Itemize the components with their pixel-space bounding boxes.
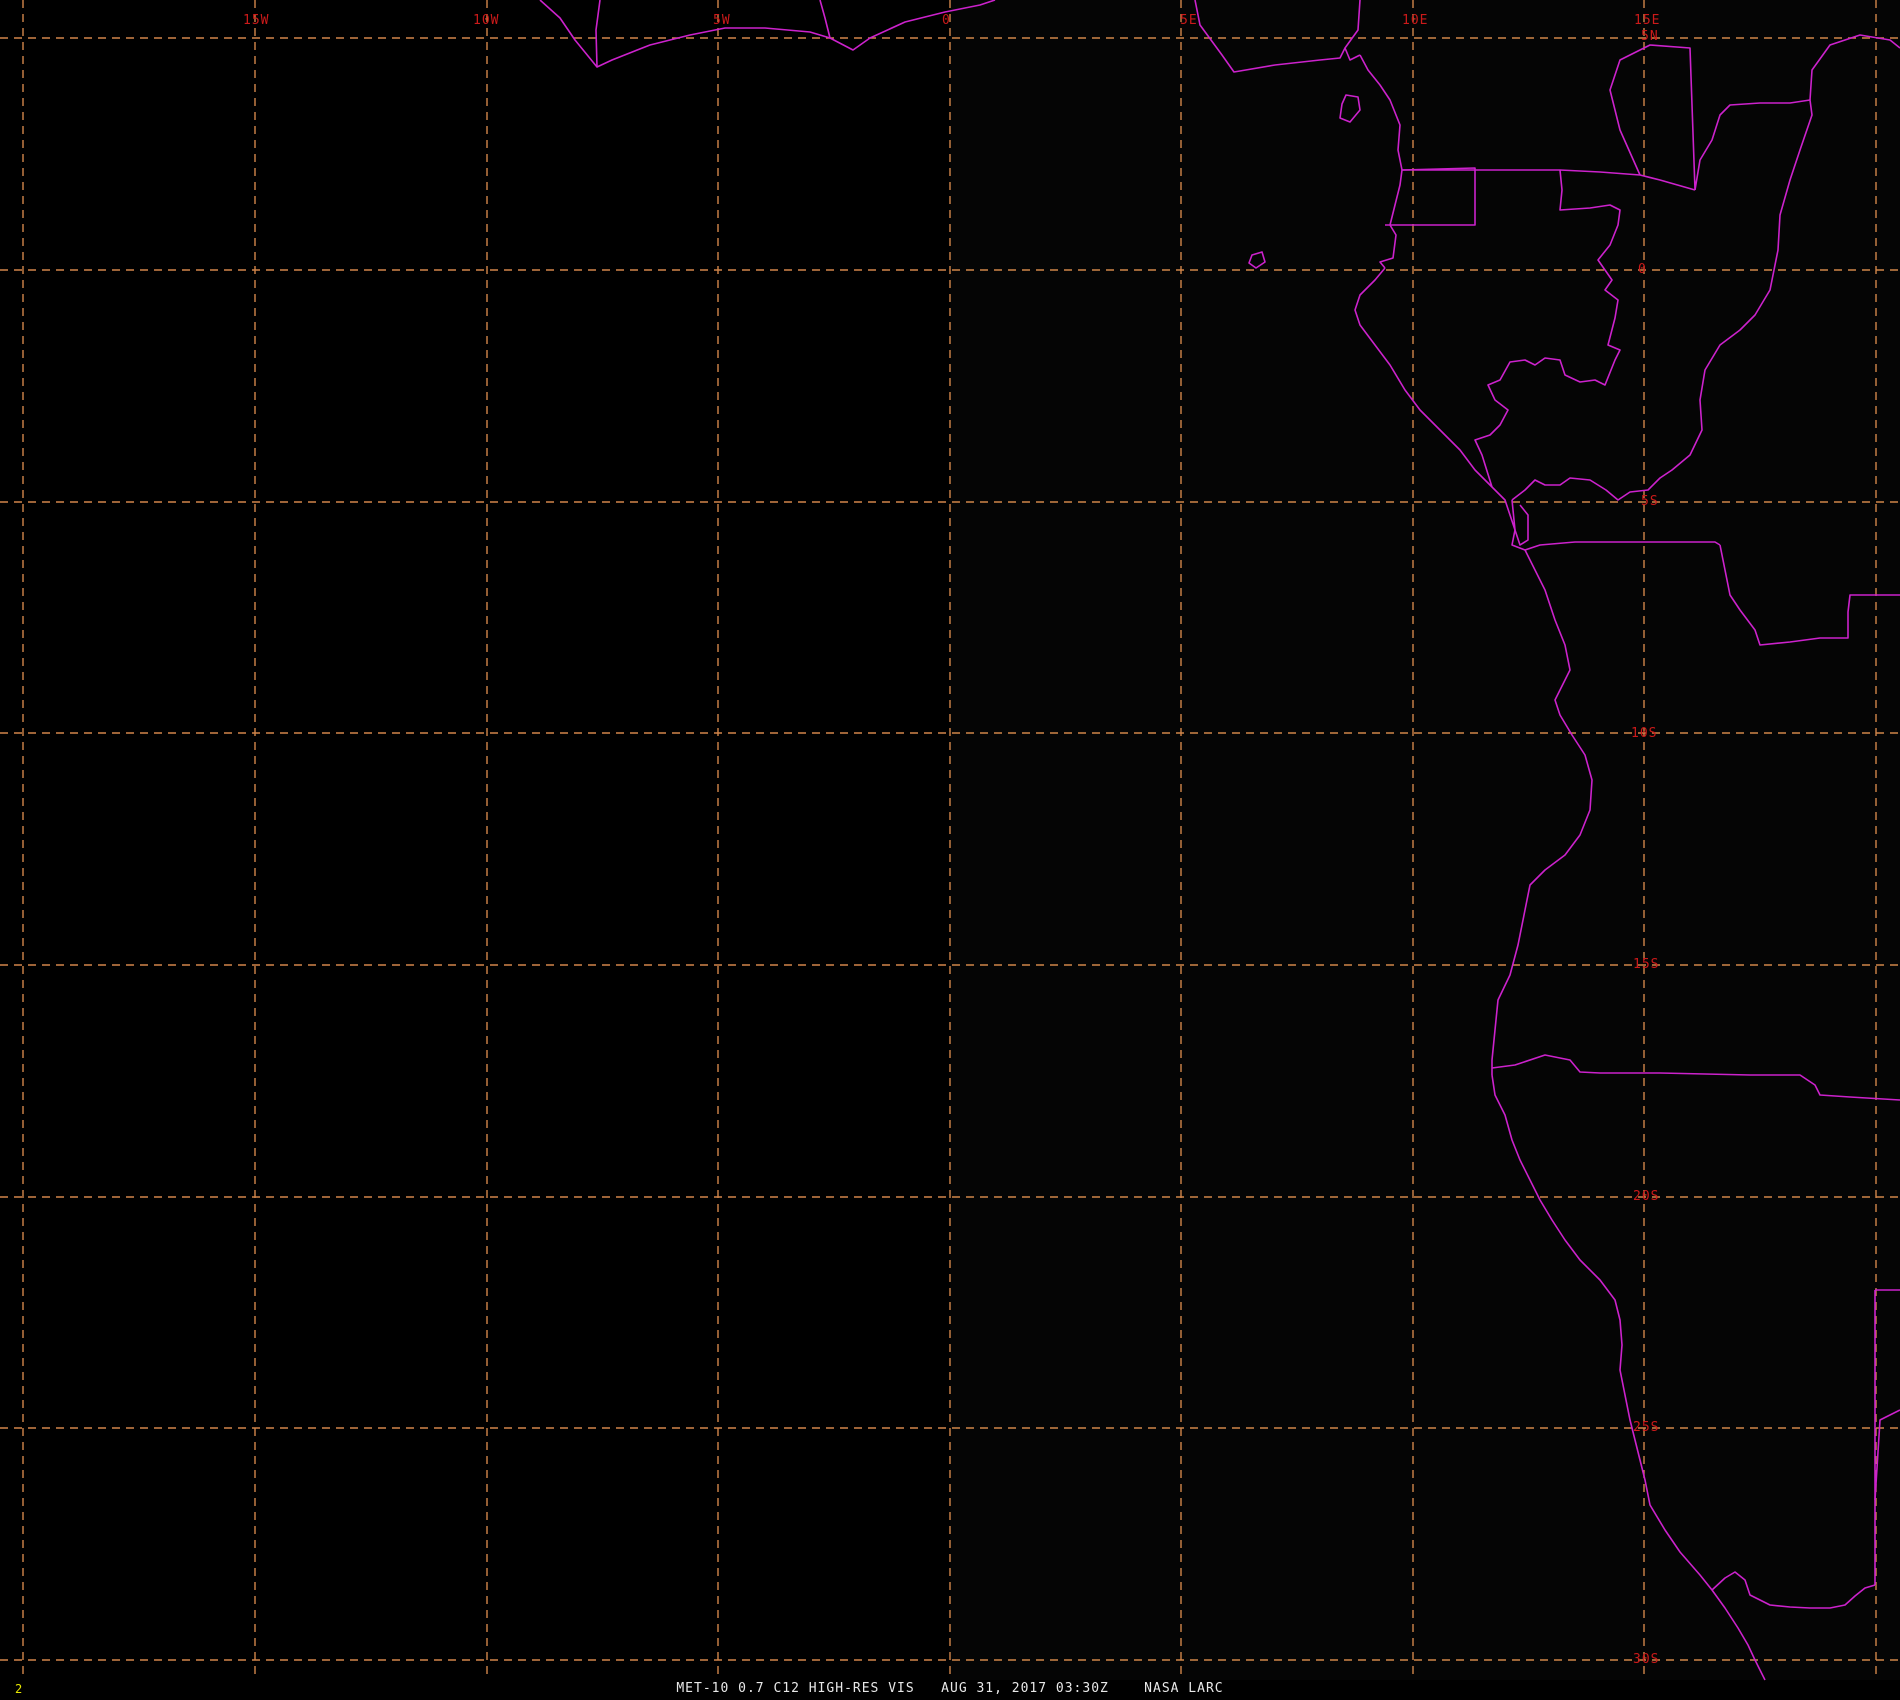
- latitude-label: 20S: [1633, 1189, 1659, 1204]
- latitude-label: 30S: [1633, 1652, 1659, 1667]
- longitude-label: 15W: [243, 13, 269, 28]
- latitude-label: 0: [1638, 262, 1647, 277]
- latitude-label: 15S: [1633, 957, 1659, 972]
- longitude-label: 5W: [713, 13, 731, 28]
- map-canvas: 15W 10W 5W 0 5E 10E 15E 5N 0 5S 10S 15S …: [0, 0, 1900, 1681]
- latitude-label: 25S: [1633, 1420, 1659, 1435]
- satellite-image-frame: 15W 10W 5W 0 5E 10E 15E 5N 0 5S 10S 15S …: [0, 0, 1900, 1700]
- latitude-label: 5N: [1641, 29, 1659, 44]
- longitude-label: 15E: [1634, 13, 1660, 28]
- longitude-label: 10W: [473, 13, 499, 28]
- longitude-label: 10E: [1402, 13, 1428, 28]
- longitude-label: 5E: [1180, 13, 1198, 28]
- longitude-label: 0: [942, 13, 951, 28]
- latitude-label: 10S: [1631, 726, 1657, 741]
- image-caption: MET-10 0.7 C12 HIGH-RES VIS AUG 31, 2017…: [676, 1681, 1224, 1696]
- latitude-label: 5S: [1641, 494, 1659, 509]
